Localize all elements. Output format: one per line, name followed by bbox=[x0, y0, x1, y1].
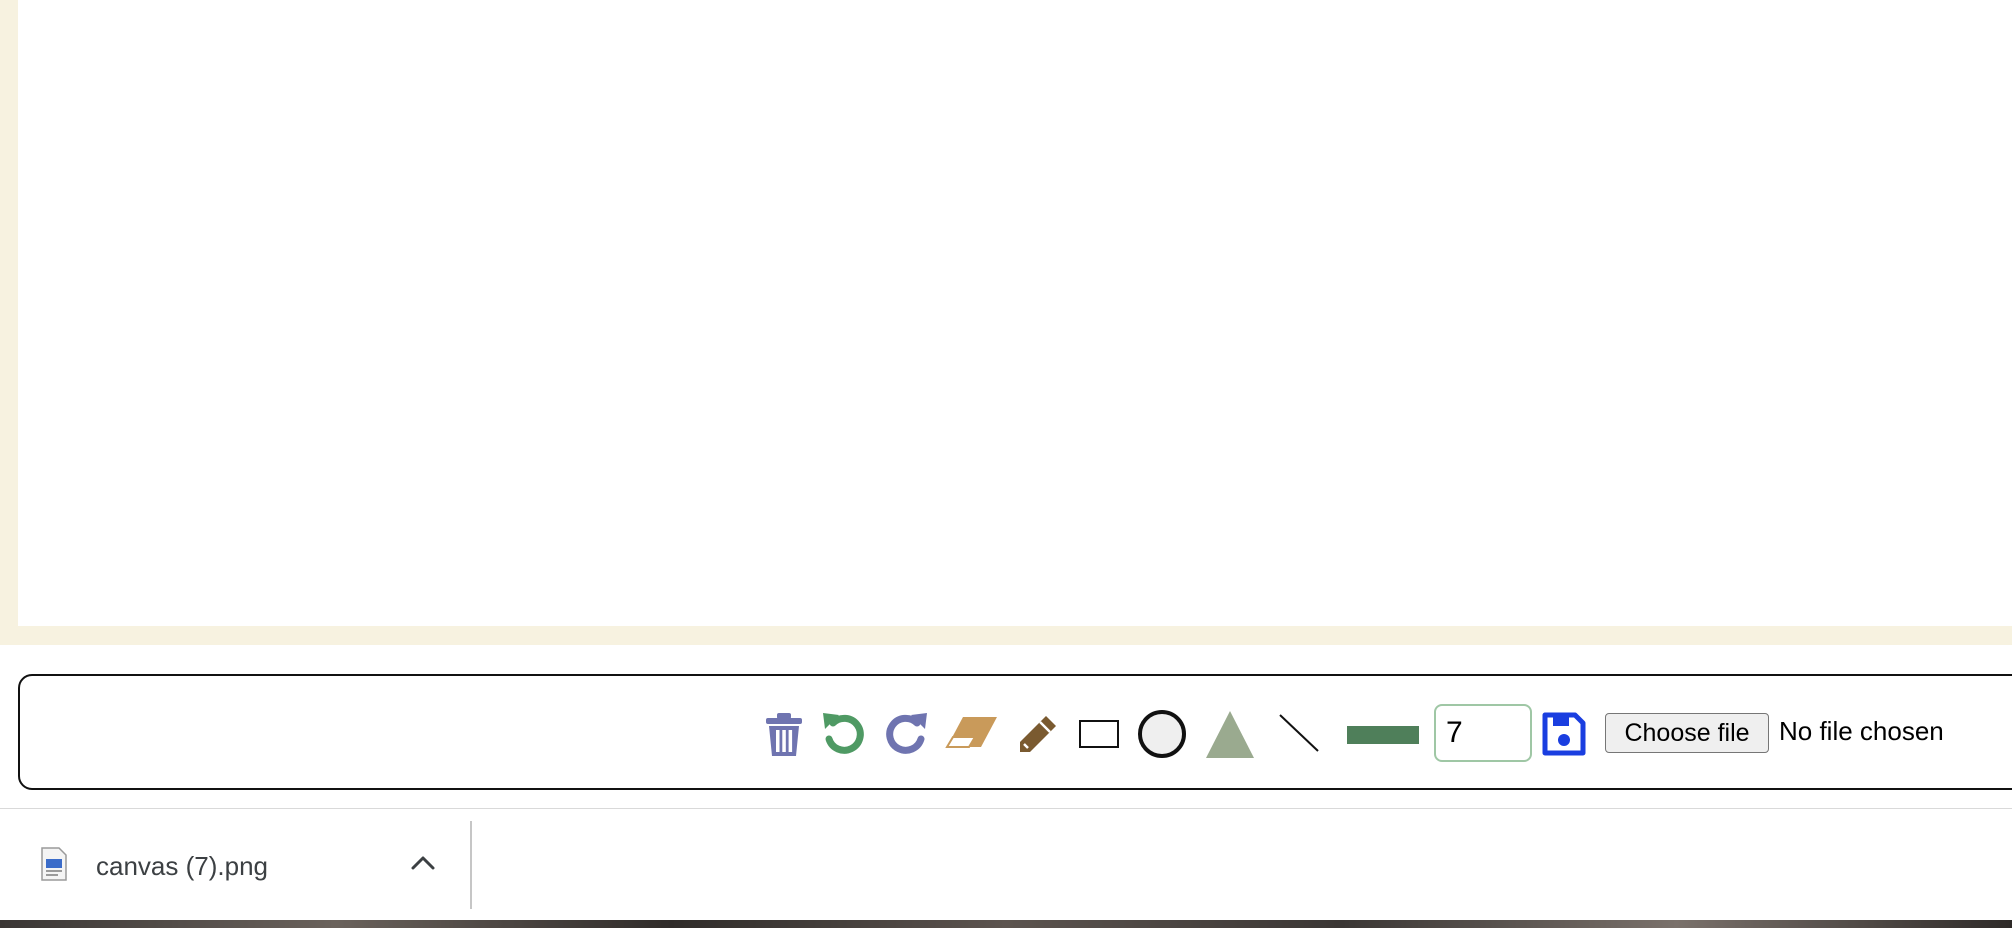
circle-button[interactable] bbox=[1136, 708, 1188, 760]
line-icon bbox=[1279, 714, 1319, 752]
trash-icon bbox=[766, 713, 802, 756]
rectangle-icon bbox=[1079, 720, 1119, 748]
eraser-button[interactable] bbox=[944, 712, 1000, 756]
clear-button[interactable] bbox=[764, 710, 804, 760]
undo-button[interactable] bbox=[820, 710, 868, 758]
choose-file-button[interactable]: Choose file bbox=[1605, 713, 1769, 753]
download-file-name: canvas (7).png bbox=[96, 851, 268, 881]
image-file-icon bbox=[41, 847, 67, 881]
redo-icon bbox=[886, 713, 927, 754]
desktop-background-strip bbox=[0, 920, 2012, 928]
drawing-canvas[interactable] bbox=[18, 0, 2012, 626]
brush-size-input[interactable] bbox=[1434, 704, 1532, 762]
download-item[interactable]: canvas (7).png bbox=[0, 809, 470, 921]
downloads-bar: canvas (7).png bbox=[0, 808, 2012, 920]
triangle-button[interactable] bbox=[1204, 708, 1256, 760]
save-button[interactable] bbox=[1540, 710, 1588, 758]
chevron-up-icon[interactable] bbox=[410, 853, 436, 871]
save-icon bbox=[1542, 712, 1586, 756]
pencil-icon bbox=[1020, 716, 1056, 752]
color-swatch bbox=[1347, 726, 1419, 744]
rectangle-button[interactable] bbox=[1076, 714, 1122, 754]
line-button[interactable] bbox=[1276, 710, 1322, 756]
pencil-button[interactable] bbox=[1014, 710, 1062, 758]
file-status-text: No file chosen bbox=[1779, 716, 1944, 746]
color-picker[interactable] bbox=[1346, 724, 1420, 746]
undo-icon bbox=[823, 713, 864, 754]
downloads-divider bbox=[470, 821, 472, 909]
canvas-frame bbox=[0, 0, 2012, 645]
redo-button[interactable] bbox=[882, 710, 930, 758]
eraser-icon bbox=[945, 717, 997, 748]
circle-icon bbox=[1138, 710, 1186, 758]
triangle-icon bbox=[1206, 711, 1254, 758]
